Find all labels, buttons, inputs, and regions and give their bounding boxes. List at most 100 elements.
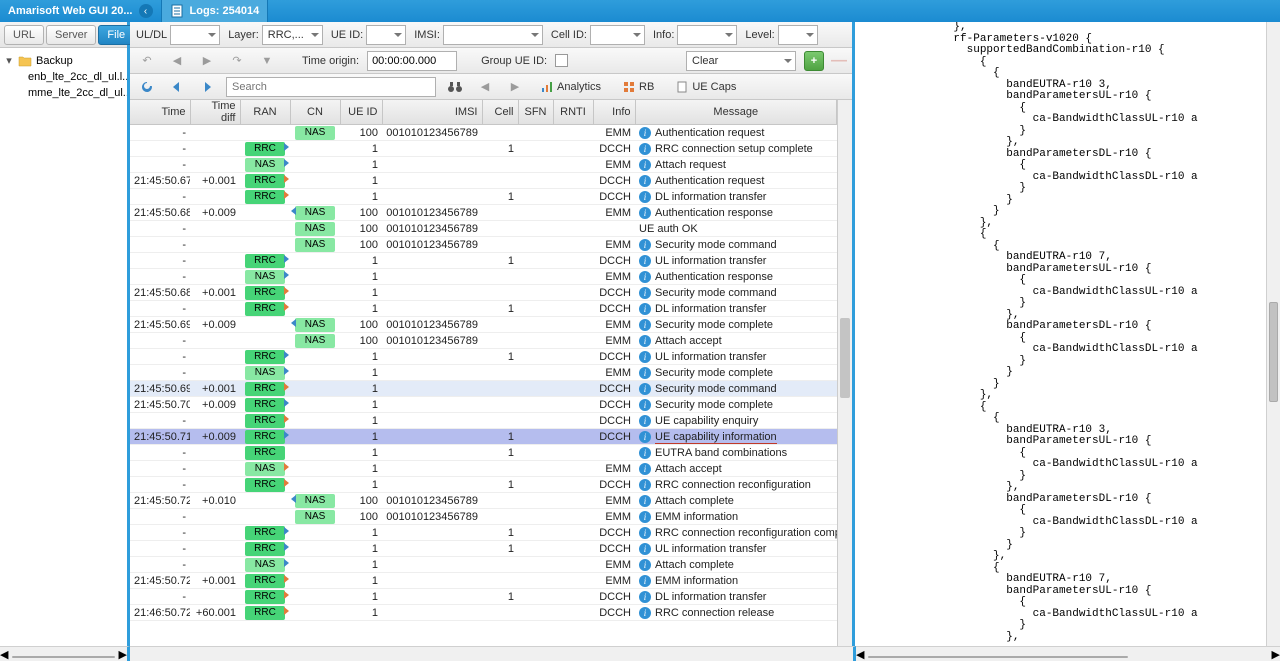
- table-row[interactable]: -NAS100001010123456789EMMiSecurity mode …: [130, 237, 837, 253]
- level-label: Level:: [745, 29, 774, 41]
- log-table-wrap: TimeTime diffRANCNUE IDIMSICellSFNRNTIIn…: [130, 100, 852, 646]
- table-row[interactable]: -NAS1EMMiAuthentication response: [130, 269, 837, 285]
- group-ueid-checkbox[interactable]: [555, 54, 568, 67]
- nav-fwd-icon[interactable]: [196, 77, 218, 97]
- table-row[interactable]: -RRC11DCCHiUL information transfer: [130, 253, 837, 269]
- rb-button[interactable]: RB: [616, 77, 661, 97]
- column-header[interactable]: Time diff: [190, 100, 240, 125]
- document-icon: [170, 4, 184, 18]
- group-ueid-label: Group UE ID:: [481, 55, 547, 67]
- table-row[interactable]: -RRC11DCCHiRRC connection setup complete: [130, 141, 837, 157]
- table-row[interactable]: -NAS1EMMiSecurity mode complete: [130, 365, 837, 381]
- imsi-label: IMSI:: [414, 29, 440, 41]
- table-row[interactable]: -NAS100001010123456789EMMiEMM informatio…: [130, 509, 837, 525]
- column-header[interactable]: UE ID: [340, 100, 382, 125]
- table-row[interactable]: -RRC11DCCHiDL information transfer: [130, 301, 837, 317]
- column-header[interactable]: CN: [290, 100, 340, 125]
- down-icon[interactable]: ▼: [256, 51, 278, 71]
- table-row[interactable]: -RRC11DCCHiUL information transfer: [130, 349, 837, 365]
- table-row[interactable]: 21:46:50.725+60.001RRC1DCCHiRRC connecti…: [130, 605, 837, 621]
- table-row[interactable]: -RRC11DCCHiRRC connection reconfiguratio…: [130, 525, 837, 541]
- table-row[interactable]: -NAS1EMMiAttach request: [130, 157, 837, 173]
- table-row[interactable]: 21:45:50.713+0.009RRC11DCCHiUE capabilit…: [130, 429, 837, 445]
- table-row[interactable]: 21:45:50.724+0.001RRC1EMMiEMM informatio…: [130, 573, 837, 589]
- imsi-combo[interactable]: [443, 25, 543, 45]
- tree-label: mme_lte_2cc_dl_ul....: [28, 87, 127, 99]
- column-header[interactable]: SFN: [518, 100, 553, 125]
- table-row[interactable]: -NAS1EMMiAttach complete: [130, 557, 837, 573]
- table-vscrollbar[interactable]: [837, 100, 852, 646]
- center-panel: UL/DL Layer:RRC,... UE ID: IMSI: Cell ID…: [130, 22, 855, 646]
- column-header[interactable]: Cell: [482, 100, 518, 125]
- table-row[interactable]: -RRC11iEUTRA band combinations: [130, 445, 837, 461]
- table-row[interactable]: -RRC11DCCHiUL information transfer: [130, 541, 837, 557]
- grid-icon: [623, 81, 635, 93]
- uecaps-button[interactable]: UE Caps: [669, 77, 743, 97]
- detail-panel: }, rf-Parameters-v1020 { supportedBandCo…: [855, 22, 1280, 646]
- tree-label: Backup: [36, 55, 73, 67]
- chart-icon: [541, 81, 553, 93]
- fwd-icon[interactable]: ▶: [196, 51, 218, 71]
- message-decode[interactable]: }, rf-Parameters-v1020 { supportedBandCo…: [855, 22, 1266, 646]
- redo-icon[interactable]: ↷: [226, 51, 248, 71]
- column-header[interactable]: Info: [593, 100, 635, 125]
- table-row[interactable]: -RRC1DCCHiUE capability enquiry: [130, 413, 837, 429]
- table-row[interactable]: -RRC11DCCHiDL information transfer: [130, 189, 837, 205]
- clear-combo[interactable]: Clear: [686, 51, 796, 71]
- prev-result-icon[interactable]: ◀: [474, 77, 496, 97]
- app-tab[interactable]: Amarisoft Web GUI 20... ‹: [0, 0, 162, 22]
- search-input[interactable]: [226, 77, 436, 97]
- doc-icon: [676, 81, 688, 93]
- column-header[interactable]: RNTI: [553, 100, 593, 125]
- column-header[interactable]: IMSI: [382, 100, 482, 125]
- table-row[interactable]: 21:45:50.694+0.009NAS100001010123456789E…: [130, 317, 837, 333]
- table-row[interactable]: -RRC11DCCHiDL information transfer: [130, 589, 837, 605]
- analytics-button[interactable]: Analytics: [534, 77, 608, 97]
- add-button[interactable]: +: [804, 51, 824, 71]
- column-header[interactable]: Message: [635, 100, 837, 125]
- tree-label: enb_lte_2cc_dl_ul.l...: [28, 71, 127, 83]
- column-header[interactable]: Time: [130, 100, 190, 125]
- remove-button[interactable]: —: [832, 54, 846, 68]
- level-combo[interactable]: [778, 25, 818, 45]
- uldl-combo[interactable]: [170, 25, 220, 45]
- detail-vscrollbar[interactable]: [1266, 22, 1280, 646]
- time-origin-input[interactable]: [367, 51, 457, 71]
- binoculars-icon[interactable]: [444, 77, 466, 97]
- collapse-icon[interactable]: ▾: [4, 54, 14, 67]
- ueid-combo[interactable]: [366, 25, 406, 45]
- tree-file[interactable]: mme_lte_2cc_dl_ul....: [20, 85, 127, 101]
- server-button[interactable]: Server: [46, 25, 96, 45]
- url-button[interactable]: URL: [4, 25, 44, 45]
- table-row[interactable]: -NAS100001010123456789EMMiAttach accept: [130, 333, 837, 349]
- table-row[interactable]: 21:45:50.695+0.001RRC1DCCHiSecurity mode…: [130, 381, 837, 397]
- undo-icon[interactable]: ↶: [136, 51, 158, 71]
- bottom-scrollbars: ◀▶ ◀▶: [0, 646, 1280, 661]
- tree-folder-backup[interactable]: ▾ Backup: [0, 52, 127, 69]
- layer-label: Layer:: [228, 29, 259, 41]
- column-header[interactable]: RAN: [240, 100, 290, 125]
- table-row[interactable]: 21:45:50.685+0.001RRC1DCCHiSecurity mode…: [130, 285, 837, 301]
- file-button[interactable]: File: [98, 25, 134, 45]
- table-row[interactable]: -RRC11DCCHiRRC connection reconfiguratio…: [130, 477, 837, 493]
- table-row[interactable]: -NAS100001010123456789EMMiAuthentication…: [130, 125, 837, 141]
- table-row[interactable]: 21:45:50.723+0.010NAS100001010123456789E…: [130, 493, 837, 509]
- back-icon[interactable]: ◀: [166, 51, 188, 71]
- logs-tab[interactable]: Logs: 254014: [162, 0, 269, 22]
- tree-file[interactable]: enb_lte_2cc_dl_ul.l...: [20, 69, 127, 85]
- table-row[interactable]: -NAS1EMMiAttach accept: [130, 461, 837, 477]
- nav-back-icon[interactable]: [166, 77, 188, 97]
- refresh-icon[interactable]: [136, 77, 158, 97]
- table-row[interactable]: 21:45:50.704+0.009RRC1DCCHiSecurity mode…: [130, 397, 837, 413]
- table-row[interactable]: 21:45:50.684+0.009NAS100001010123456789E…: [130, 205, 837, 221]
- tab-action-icon[interactable]: ‹: [139, 4, 153, 18]
- uldl-label: UL/DL: [136, 29, 167, 41]
- cellid-combo[interactable]: [590, 25, 645, 45]
- top-tabs: Amarisoft Web GUI 20... ‹ Logs: 254014: [0, 0, 1280, 22]
- table-row[interactable]: 21:45:50.675+0.001RRC1DCCHiAuthenticatio…: [130, 173, 837, 189]
- table-row[interactable]: -NAS100001010123456789UE auth OK: [130, 221, 837, 237]
- info-combo[interactable]: [677, 25, 737, 45]
- next-result-icon[interactable]: ▶: [504, 77, 526, 97]
- layer-combo[interactable]: RRC,...: [262, 25, 323, 45]
- search-bar: ◀ ▶ Analytics RB UE Caps: [130, 74, 852, 100]
